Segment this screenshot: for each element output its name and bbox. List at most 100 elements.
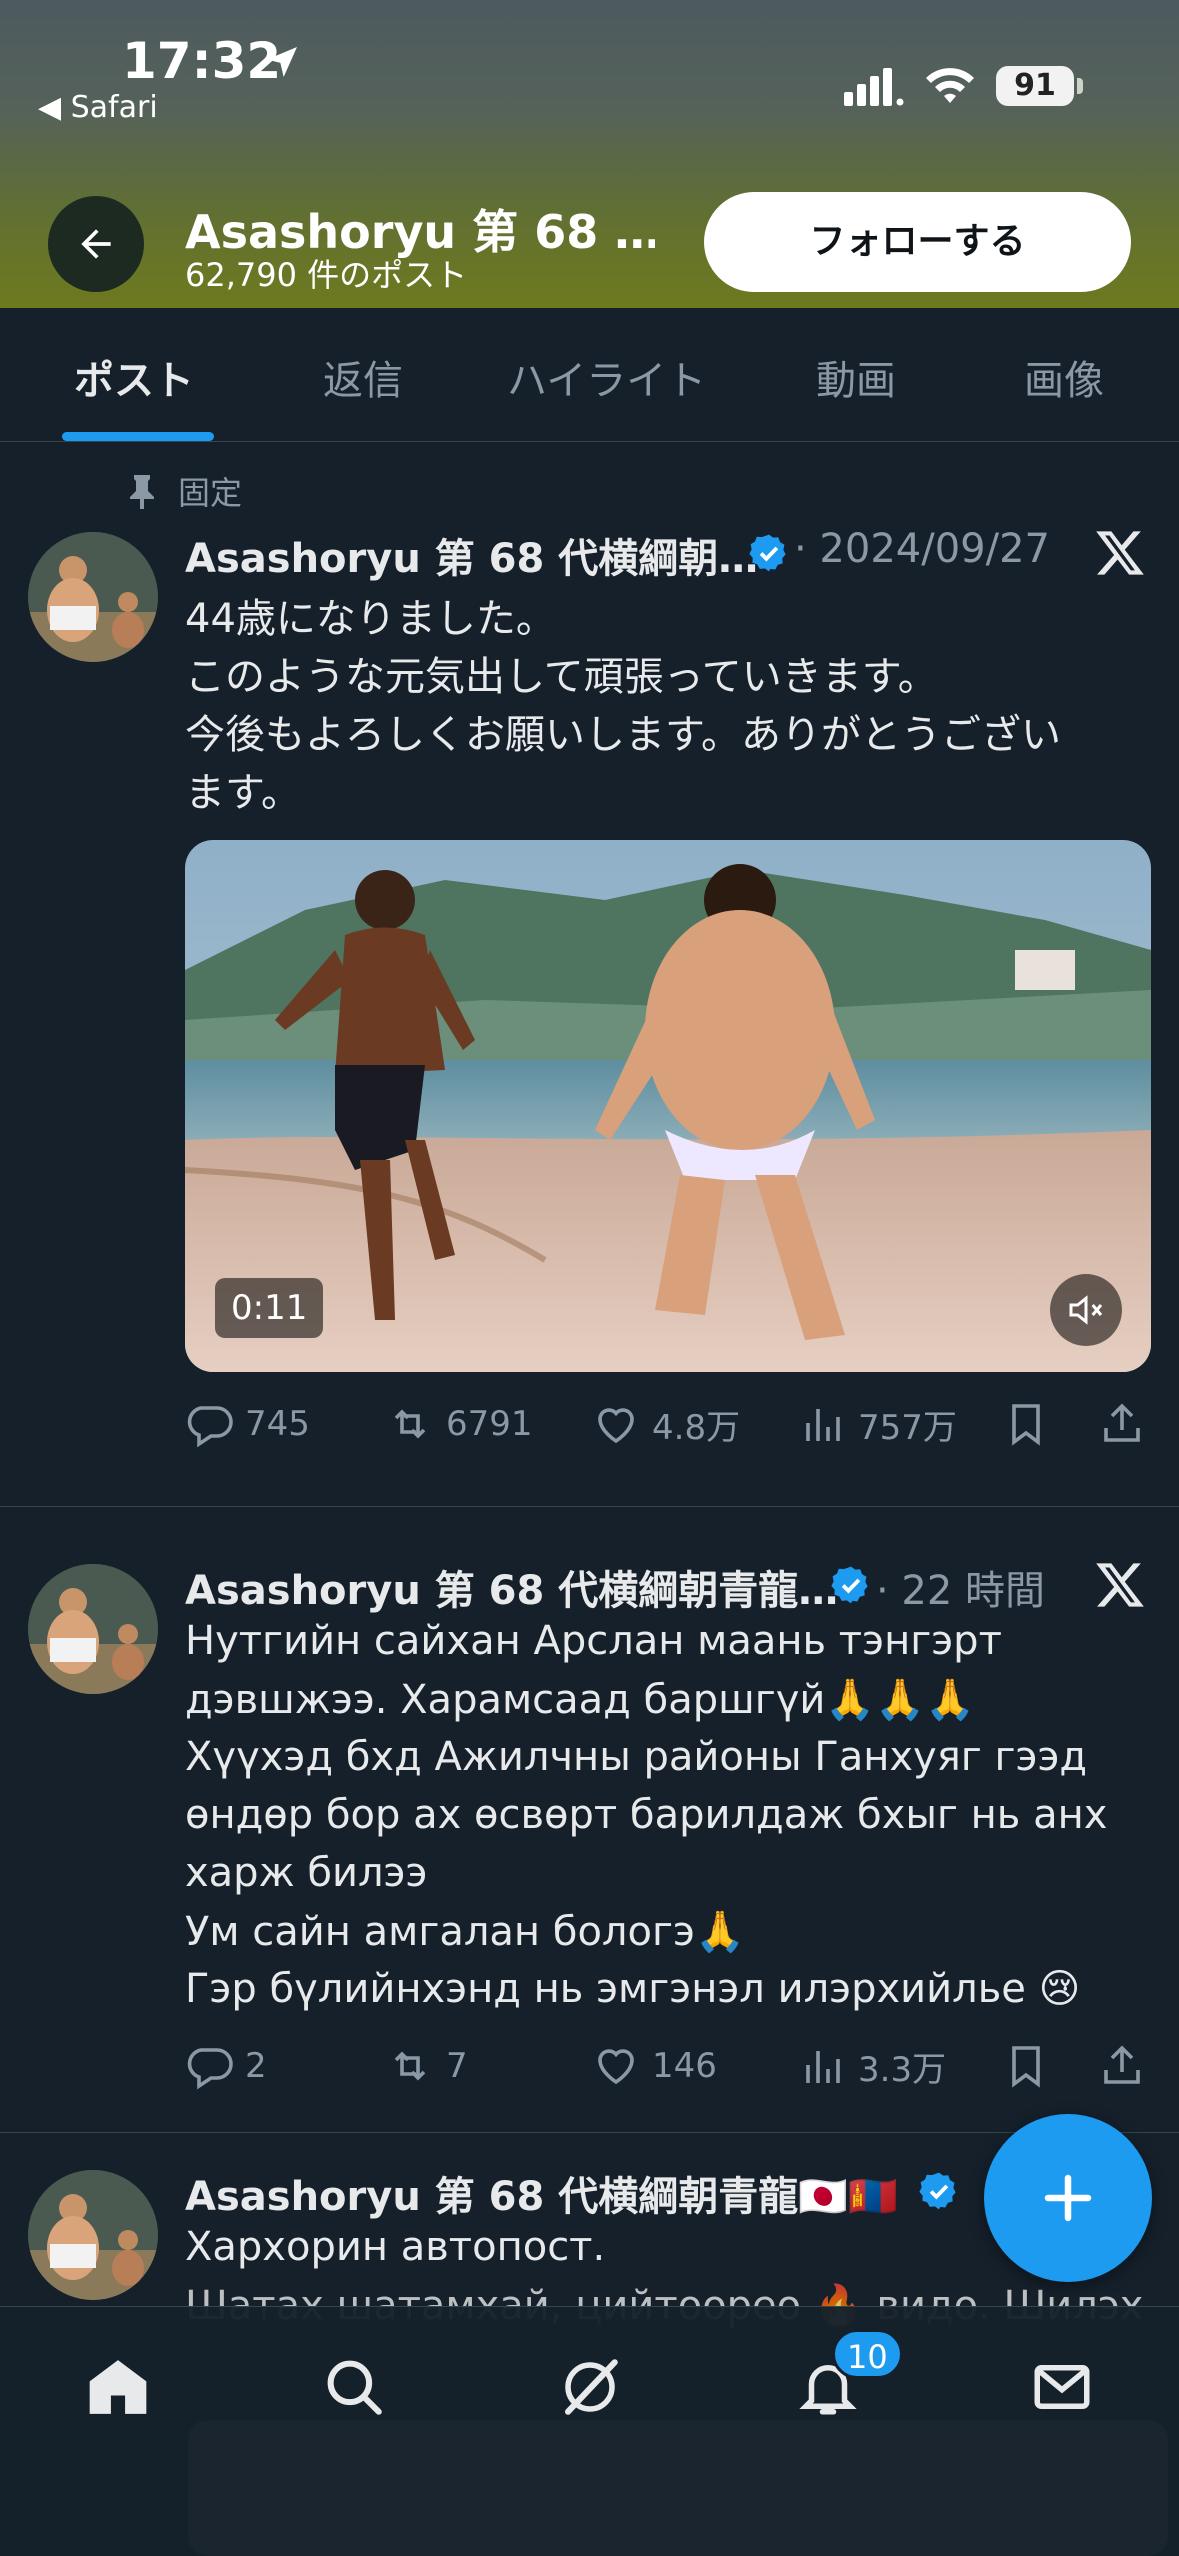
heart-icon	[598, 2049, 634, 2085]
share-icon	[1104, 2045, 1140, 2084]
like-button[interactable]: 4.8万	[592, 1400, 740, 1449]
avatar[interactable]	[28, 1564, 158, 1694]
tab-images[interactable]: 画像	[1024, 348, 1104, 406]
repost-icon	[394, 2051, 426, 2081]
x-logo-icon	[1096, 531, 1144, 575]
post-text-line: 44歳になりました。	[185, 596, 556, 642]
views-chart-icon	[806, 1408, 840, 1441]
reply-icon	[187, 2048, 233, 2090]
pin-icon	[130, 475, 154, 509]
bookmark-button[interactable]	[1002, 2042, 1050, 2090]
bookmark-icon	[1012, 2046, 1040, 2088]
bookmark-button[interactable]	[1002, 1400, 1050, 1448]
video-player[interactable]: 0:11	[185, 840, 1151, 1372]
like-button[interactable]: 146	[592, 2042, 717, 2090]
repost-button[interactable]: 6791	[386, 1400, 533, 1448]
battery-indicator: 91	[996, 66, 1074, 106]
post-text-line: Ум сайн амгалан бологэ🙏	[185, 1909, 745, 1955]
profile-header: 17:32 ◀ Safari 91 Asashoryu 第 68 … 62,79…	[0, 0, 1179, 308]
repost-icon	[394, 1409, 426, 1439]
pinned-text: 固定	[178, 474, 243, 512]
post-text-line: Нутгийн сайхан Арслан маань тэнгэрт	[185, 1618, 1002, 1664]
tab-videos[interactable]: 動画	[816, 348, 896, 406]
post-text-line: 今後もよろしくお願いします。ありがとうござい	[185, 712, 1061, 758]
avatar-photo	[28, 1564, 158, 1694]
plus-icon	[1044, 2174, 1092, 2222]
grok-icon	[564, 2359, 618, 2415]
home-icon	[89, 2360, 147, 2414]
like-count: 4.8万	[652, 1408, 741, 1448]
repost-count: 7	[446, 2046, 468, 2086]
heart-icon	[598, 1407, 634, 1443]
post-text-line: Хүүхэд бхд Ажилчны районы Ганхуяг гээд	[185, 1734, 1088, 1780]
view-count: 3.3万	[858, 2050, 947, 2090]
profile-tabs: ポスト 返信 ハイライト 動画 画像	[0, 308, 1179, 442]
share-button[interactable]	[1098, 2042, 1146, 2090]
video-frame	[185, 840, 1151, 1372]
repost-button[interactable]: 7	[386, 2042, 468, 2090]
share-button[interactable]	[1098, 1400, 1146, 1448]
pinned-label: 固定	[126, 468, 242, 514]
post-timestamp: · 22 時間	[876, 1568, 1046, 1614]
nav-grok[interactable]	[554, 2351, 626, 2423]
post-author[interactable]: Asashoryu 第 68 代横綱朝青龍…	[185, 1558, 838, 1616]
reply-button[interactable]: 745	[185, 1400, 310, 1448]
views-button[interactable]: 3.3万	[798, 2042, 946, 2091]
speaker-muted-icon	[1069, 1295, 1103, 1325]
reply-count: 745	[245, 1404, 310, 1444]
verified-badge-icon	[749, 534, 786, 572]
home-indicator	[188, 2420, 1168, 2556]
video-duration: 0:11	[215, 1278, 324, 1338]
post-text-line: このような元気出して頑張っていきます。	[185, 654, 938, 700]
avatar[interactable]	[28, 532, 158, 662]
verified-badge-icon	[919, 2172, 956, 2210]
post-author[interactable]: Asashoryu 第 68 代横綱朝…	[185, 526, 758, 584]
tab-posts[interactable]: ポスト	[74, 348, 194, 406]
nav-messages[interactable]	[1026, 2351, 1098, 2423]
active-tab-indicator	[62, 432, 214, 441]
status-time: 17:32	[122, 32, 282, 90]
post-text-line: Гэр бүлийнхэнд нь эмгэнэл илэрхийлье 😢	[185, 1966, 1081, 2012]
post-timestamp: · 2024/09/27	[794, 526, 1050, 572]
post-text-line: харж билээ	[185, 1850, 428, 1896]
reply-button[interactable]: 2	[185, 2042, 267, 2090]
views-button[interactable]: 757万	[798, 1400, 957, 1449]
reply-count: 2	[245, 2046, 267, 2086]
mute-button[interactable]	[1050, 1274, 1122, 1346]
post-text-line: дэвшжээ. Харамсаад баршгүй🙏🙏🙏	[185, 1677, 975, 1723]
nav-search[interactable]	[318, 2351, 390, 2423]
wifi-icon	[926, 68, 974, 103]
post-text-line: ます。	[185, 770, 301, 816]
view-count: 757万	[858, 1408, 957, 1448]
notifications-badge: 10	[832, 2329, 903, 2379]
tab-highlights[interactable]: ハイライト	[507, 348, 706, 406]
post-count: 62,790 件のポスト	[185, 256, 468, 294]
back-button[interactable]	[48, 196, 144, 292]
search-icon	[327, 2360, 382, 2415]
follow-button[interactable]: フォローする	[704, 192, 1131, 292]
verified-badge-icon	[831, 1566, 868, 1604]
x-logo-icon	[1096, 1563, 1144, 1607]
reply-icon	[187, 1406, 233, 1448]
arrow-left-icon	[81, 229, 111, 259]
avatar-photo	[28, 532, 158, 662]
back-to-safari-link[interactable]: ◀ Safari	[38, 90, 158, 125]
post-divider	[0, 1506, 1179, 1507]
post-author[interactable]: Asashoryu 第 68 代横綱朝青龍🇯🇵🇲🇳	[185, 2164, 898, 2222]
share-icon	[1104, 1403, 1140, 1442]
like-count: 146	[652, 2046, 717, 2086]
battery-nub	[1077, 78, 1083, 94]
post-text-line: өндөр бор ах өсвөрт барилдаж бхыг нь анх	[185, 1792, 1108, 1838]
location-arrow-icon	[267, 47, 297, 77]
avatar[interactable]	[28, 2170, 158, 2300]
compose-post-button[interactable]	[984, 2114, 1152, 2282]
mail-icon	[1034, 2365, 1090, 2409]
nav-home[interactable]	[82, 2351, 154, 2423]
avatar-photo	[28, 2170, 158, 2300]
post-text-line: Хархорин автопост.	[185, 2224, 606, 2270]
bookmark-icon	[1012, 1404, 1040, 1446]
views-chart-icon	[806, 2050, 840, 2083]
cellular-signal-icon	[844, 68, 904, 106]
tab-replies[interactable]: 返信	[323, 348, 403, 406]
repost-count: 6791	[446, 1404, 533, 1444]
